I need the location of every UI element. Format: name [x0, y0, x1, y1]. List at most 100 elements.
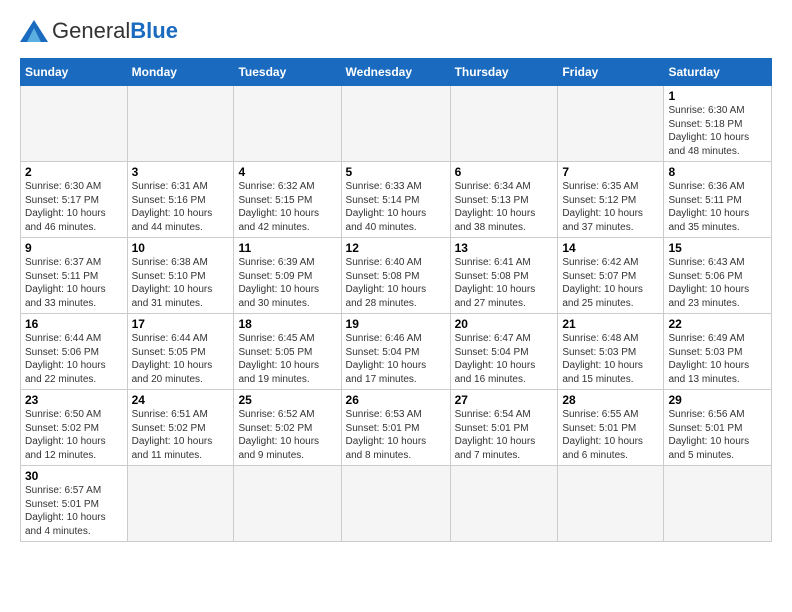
day-info: Sunrise: 6:52 AM Sunset: 5:02 PM Dayligh…: [238, 408, 336, 462]
calendar-cell: 19Sunrise: 6:46 AM Sunset: 5:04 PM Dayli…: [341, 314, 450, 390]
calendar-cell: 30Sunrise: 6:57 AM Sunset: 5:01 PM Dayli…: [21, 466, 128, 542]
calendar-cell: 24Sunrise: 6:51 AM Sunset: 5:02 PM Dayli…: [127, 390, 234, 466]
calendar-cell: 28Sunrise: 6:55 AM Sunset: 5:01 PM Dayli…: [558, 390, 664, 466]
calendar-cell: [234, 466, 341, 542]
day-number: 2: [25, 165, 123, 179]
day-number: 23: [25, 393, 123, 407]
day-number: 17: [132, 317, 230, 331]
day-number: 8: [668, 165, 767, 179]
logo-text: GeneralBlue: [52, 18, 178, 44]
day-info: Sunrise: 6:44 AM Sunset: 5:06 PM Dayligh…: [25, 332, 123, 386]
day-number: 18: [238, 317, 336, 331]
calendar-weekday-wednesday: Wednesday: [341, 59, 450, 86]
day-info: Sunrise: 6:31 AM Sunset: 5:16 PM Dayligh…: [132, 180, 230, 234]
day-info: Sunrise: 6:38 AM Sunset: 5:10 PM Dayligh…: [132, 256, 230, 310]
day-info: Sunrise: 6:46 AM Sunset: 5:04 PM Dayligh…: [346, 332, 446, 386]
day-number: 10: [132, 241, 230, 255]
calendar-cell: [558, 466, 664, 542]
day-number: 22: [668, 317, 767, 331]
day-info: Sunrise: 6:54 AM Sunset: 5:01 PM Dayligh…: [455, 408, 554, 462]
calendar-cell: [450, 86, 558, 162]
day-info: Sunrise: 6:35 AM Sunset: 5:12 PM Dayligh…: [562, 180, 659, 234]
day-number: 27: [455, 393, 554, 407]
day-number: 13: [455, 241, 554, 255]
calendar-cell: [234, 86, 341, 162]
calendar-week-row: 30Sunrise: 6:57 AM Sunset: 5:01 PM Dayli…: [21, 466, 772, 542]
day-number: 29: [668, 393, 767, 407]
calendar-cell: 1Sunrise: 6:30 AM Sunset: 5:18 PM Daylig…: [664, 86, 772, 162]
day-number: 20: [455, 317, 554, 331]
calendar-cell: 8Sunrise: 6:36 AM Sunset: 5:11 PM Daylig…: [664, 162, 772, 238]
calendar-cell: 5Sunrise: 6:33 AM Sunset: 5:14 PM Daylig…: [341, 162, 450, 238]
calendar-weekday-tuesday: Tuesday: [234, 59, 341, 86]
day-number: 16: [25, 317, 123, 331]
calendar-cell: 15Sunrise: 6:43 AM Sunset: 5:06 PM Dayli…: [664, 238, 772, 314]
calendar-cell: 16Sunrise: 6:44 AM Sunset: 5:06 PM Dayli…: [21, 314, 128, 390]
calendar-cell: 13Sunrise: 6:41 AM Sunset: 5:08 PM Dayli…: [450, 238, 558, 314]
day-number: 30: [25, 469, 123, 483]
calendar-cell: 11Sunrise: 6:39 AM Sunset: 5:09 PM Dayli…: [234, 238, 341, 314]
day-info: Sunrise: 6:43 AM Sunset: 5:06 PM Dayligh…: [668, 256, 767, 310]
day-info: Sunrise: 6:36 AM Sunset: 5:11 PM Dayligh…: [668, 180, 767, 234]
calendar-week-row: 2Sunrise: 6:30 AM Sunset: 5:17 PM Daylig…: [21, 162, 772, 238]
calendar-cell: 6Sunrise: 6:34 AM Sunset: 5:13 PM Daylig…: [450, 162, 558, 238]
calendar-cell: [21, 86, 128, 162]
day-info: Sunrise: 6:48 AM Sunset: 5:03 PM Dayligh…: [562, 332, 659, 386]
day-info: Sunrise: 6:44 AM Sunset: 5:05 PM Dayligh…: [132, 332, 230, 386]
day-info: Sunrise: 6:47 AM Sunset: 5:04 PM Dayligh…: [455, 332, 554, 386]
logo-icon: [20, 20, 48, 42]
calendar-week-row: 9Sunrise: 6:37 AM Sunset: 5:11 PM Daylig…: [21, 238, 772, 314]
day-info: Sunrise: 6:30 AM Sunset: 5:17 PM Dayligh…: [25, 180, 123, 234]
day-info: Sunrise: 6:32 AM Sunset: 5:15 PM Dayligh…: [238, 180, 336, 234]
day-number: 24: [132, 393, 230, 407]
day-number: 6: [455, 165, 554, 179]
day-info: Sunrise: 6:37 AM Sunset: 5:11 PM Dayligh…: [25, 256, 123, 310]
calendar-cell: [664, 466, 772, 542]
day-info: Sunrise: 6:33 AM Sunset: 5:14 PM Dayligh…: [346, 180, 446, 234]
calendar-cell: 26Sunrise: 6:53 AM Sunset: 5:01 PM Dayli…: [341, 390, 450, 466]
day-info: Sunrise: 6:42 AM Sunset: 5:07 PM Dayligh…: [562, 256, 659, 310]
calendar-cell: 18Sunrise: 6:45 AM Sunset: 5:05 PM Dayli…: [234, 314, 341, 390]
header: GeneralBlue: [20, 18, 772, 44]
day-number: 5: [346, 165, 446, 179]
calendar-cell: 25Sunrise: 6:52 AM Sunset: 5:02 PM Dayli…: [234, 390, 341, 466]
calendar-cell: 3Sunrise: 6:31 AM Sunset: 5:16 PM Daylig…: [127, 162, 234, 238]
calendar-cell: [127, 466, 234, 542]
day-number: 3: [132, 165, 230, 179]
day-number: 21: [562, 317, 659, 331]
calendar-cell: 29Sunrise: 6:56 AM Sunset: 5:01 PM Dayli…: [664, 390, 772, 466]
day-number: 19: [346, 317, 446, 331]
day-info: Sunrise: 6:55 AM Sunset: 5:01 PM Dayligh…: [562, 408, 659, 462]
calendar-cell: 12Sunrise: 6:40 AM Sunset: 5:08 PM Dayli…: [341, 238, 450, 314]
calendar-cell: [558, 86, 664, 162]
calendar-week-row: 1Sunrise: 6:30 AM Sunset: 5:18 PM Daylig…: [21, 86, 772, 162]
day-number: 7: [562, 165, 659, 179]
day-info: Sunrise: 6:51 AM Sunset: 5:02 PM Dayligh…: [132, 408, 230, 462]
day-number: 12: [346, 241, 446, 255]
calendar-cell: 4Sunrise: 6:32 AM Sunset: 5:15 PM Daylig…: [234, 162, 341, 238]
day-info: Sunrise: 6:40 AM Sunset: 5:08 PM Dayligh…: [346, 256, 446, 310]
day-info: Sunrise: 6:30 AM Sunset: 5:18 PM Dayligh…: [668, 104, 767, 158]
day-number: 11: [238, 241, 336, 255]
day-info: Sunrise: 6:34 AM Sunset: 5:13 PM Dayligh…: [455, 180, 554, 234]
day-info: Sunrise: 6:50 AM Sunset: 5:02 PM Dayligh…: [25, 408, 123, 462]
day-number: 28: [562, 393, 659, 407]
day-info: Sunrise: 6:57 AM Sunset: 5:01 PM Dayligh…: [25, 484, 123, 538]
day-info: Sunrise: 6:49 AM Sunset: 5:03 PM Dayligh…: [668, 332, 767, 386]
page: GeneralBlue SundayMondayTuesdayWednesday…: [0, 0, 792, 612]
calendar-cell: 9Sunrise: 6:37 AM Sunset: 5:11 PM Daylig…: [21, 238, 128, 314]
calendar-weekday-saturday: Saturday: [664, 59, 772, 86]
calendar-week-row: 16Sunrise: 6:44 AM Sunset: 5:06 PM Dayli…: [21, 314, 772, 390]
day-number: 9: [25, 241, 123, 255]
calendar-weekday-monday: Monday: [127, 59, 234, 86]
day-number: 26: [346, 393, 446, 407]
calendar-cell: 21Sunrise: 6:48 AM Sunset: 5:03 PM Dayli…: [558, 314, 664, 390]
logo: GeneralBlue: [20, 18, 178, 44]
calendar-cell: [127, 86, 234, 162]
calendar-cell: 10Sunrise: 6:38 AM Sunset: 5:10 PM Dayli…: [127, 238, 234, 314]
calendar-cell: [341, 86, 450, 162]
calendar-weekday-friday: Friday: [558, 59, 664, 86]
day-info: Sunrise: 6:39 AM Sunset: 5:09 PM Dayligh…: [238, 256, 336, 310]
calendar-cell: 23Sunrise: 6:50 AM Sunset: 5:02 PM Dayli…: [21, 390, 128, 466]
day-info: Sunrise: 6:41 AM Sunset: 5:08 PM Dayligh…: [455, 256, 554, 310]
